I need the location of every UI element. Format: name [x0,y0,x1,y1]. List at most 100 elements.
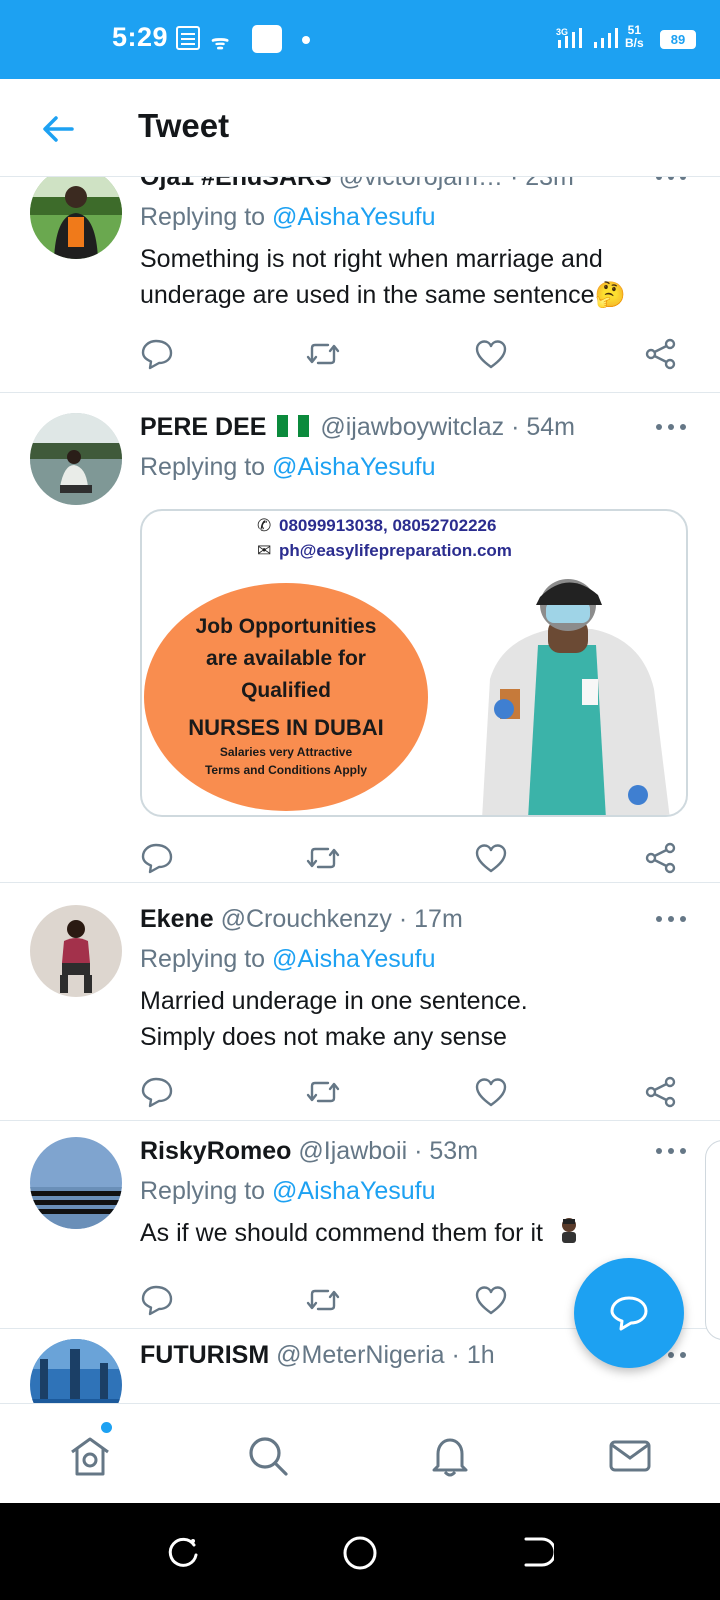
author-handle[interactable]: @MeterNigeria [276,1341,444,1369]
tweet-actions [140,337,695,371]
separator-dot: · [414,1137,423,1165]
back-nav-icon[interactable] [520,1535,554,1569]
page-title: Tweet [138,107,230,144]
reply-icon[interactable] [140,337,174,371]
phone-icon: ✆ [257,516,272,535]
tweet-text-line: Simply does not make any sense [140,1023,507,1051]
more-options-icon[interactable] [656,177,686,182]
replying-prefix: Replying to [140,1177,266,1205]
reply-icon[interactable] [140,1075,174,1109]
ad-email: ph@easylifepreparation.com [279,541,512,560]
system-navigation-bar [0,1503,720,1600]
compose-reply-icon [610,1296,648,1331]
avatar[interactable] [30,1137,122,1229]
app-header: Tweet [0,79,720,177]
avatar[interactable] [30,413,122,505]
replying-to: Replying to @AishaYesufu [140,203,435,232]
app-notification-icon: ᯤ [211,32,230,54]
more-options-icon[interactable] [656,1148,686,1156]
like-icon[interactable] [474,1075,508,1109]
share-icon[interactable] [644,1075,678,1109]
status-bar: 5:29 ᯤ 3G 51 B/s 89 [0,0,720,79]
avatar[interactable] [30,177,122,259]
tweet-text: Something is not right when marriage and… [140,245,626,309]
separator-dot: · [509,177,519,191]
tweet-header: PERE DEE @ijawboywitclaz · 54m [140,413,575,442]
ad-contact: ✆ 08099913038, 08052702226 ✉ ph@easylifepr… [257,513,512,563]
retweet-icon[interactable] [306,1075,340,1109]
tweet-header: FUTURISM @MeterNigeria · 1h [140,1341,495,1370]
replying-prefix: Replying to [140,203,266,231]
tweet-header: RiskyRomeo @Ijawboii · 53m [140,1137,478,1166]
mail-icon[interactable] [608,1434,652,1478]
mention-link[interactable]: @AishaYesufu [272,453,435,481]
tweet-text-line: Married underage in one sentence. [140,987,528,1015]
author-handle[interactable]: @Ijawboii [298,1137,407,1165]
mention-link[interactable]: @AishaYesufu [272,945,435,973]
tweet-item[interactable]: PERE DEE @ijawboywitclaz · 54m Replying … [0,393,720,883]
author-handle[interactable]: @ijawboywitclaz [320,413,504,441]
battery-level: 89 [670,32,686,47]
tweet-item[interactable]: Oja1 #EndSARS @victorojam… · 23m Replyin… [0,177,720,393]
tweet-time: 1h [466,1341,495,1369]
retweet-icon[interactable] [306,841,340,875]
ad-orange-circle: Job Opportunities are available for Qual… [144,583,428,811]
author-handle[interactable]: @victorojam… [339,177,503,191]
status-time: 5:29 [112,22,169,52]
tweet-item[interactable]: Ekene @Crouchkenzy · 17m Replying to @Ai… [0,883,720,1121]
tweet-actions [140,1075,695,1109]
signal-bars-icon [594,28,618,48]
tweet-text: As if we should commend them for it [140,1215,685,1251]
reply-feed[interactable]: Oja1 #EndSARS @victorojam… · 23m Replyin… [0,177,720,1403]
reply-icon[interactable] [140,841,174,875]
more-options-icon[interactable] [656,424,686,432]
avatar[interactable] [30,905,122,997]
tweet-time: 53m [429,1137,479,1165]
tweet-time: 17m [414,905,463,933]
like-icon[interactable] [474,841,508,875]
network-speed: 51 B/s [625,24,644,50]
recents-icon[interactable] [166,1535,200,1569]
new-content-dot [101,1422,112,1433]
author-name[interactable]: FUTURISM [140,1341,269,1369]
reply-icon[interactable] [140,1283,174,1317]
more-notifications-dot-icon [302,36,310,44]
author-handle[interactable]: @Crouchkenzy [221,905,392,933]
search-icon[interactable] [246,1434,290,1478]
tweet-media-image[interactable]: ✆ 08099913038, 08052702226 ✉ ph@easylifepr… [140,509,688,817]
tweet-header: Oja1 #EndSARS @victorojam… · 23m [140,177,574,192]
mention-link[interactable]: @AishaYesufu [272,203,435,231]
app-square-icon [252,25,282,53]
home-circle-icon[interactable] [342,1535,378,1571]
ad-sub-2: Terms and Conditions Apply [204,763,367,777]
separator-dot: · [398,905,408,933]
tweet-text-content: As if we should commend them for it [140,1219,543,1247]
battery-icon: 89 [660,30,696,49]
tweet-header: Ekene @Crouchkenzy · 17m [140,905,463,934]
author-name[interactable]: Oja1 #EndSARS [140,177,332,191]
separator-dot: · [511,413,520,441]
tweet-time: 54m [526,413,575,441]
share-icon[interactable] [644,337,678,371]
home-icon[interactable] [68,1434,112,1478]
email-icon: ✉ [257,541,272,560]
network-speed-unit: B/s [625,36,644,50]
bell-icon[interactable] [428,1434,472,1478]
person-emoji-icon [558,1217,580,1243]
mention-link[interactable]: @AishaYesufu [272,1177,435,1205]
avatar[interactable] [30,1339,122,1403]
retweet-icon[interactable] [306,1283,340,1317]
back-arrow-icon[interactable] [38,109,78,149]
author-name[interactable]: PERE DEE [140,413,266,441]
notes-icon [176,26,200,50]
share-icon[interactable] [644,841,678,875]
ad-sub-1: Salaries very Attractive [219,745,353,759]
replying-to: Replying to @AishaYesufu [140,1177,435,1206]
retweet-icon[interactable] [306,337,340,371]
like-icon[interactable] [474,337,508,371]
author-name[interactable]: RiskyRomeo [140,1137,291,1165]
compose-reply-button[interactable] [574,1258,684,1368]
author-name[interactable]: Ekene [140,905,214,933]
more-options-icon[interactable] [656,916,686,924]
like-icon[interactable] [474,1283,508,1317]
